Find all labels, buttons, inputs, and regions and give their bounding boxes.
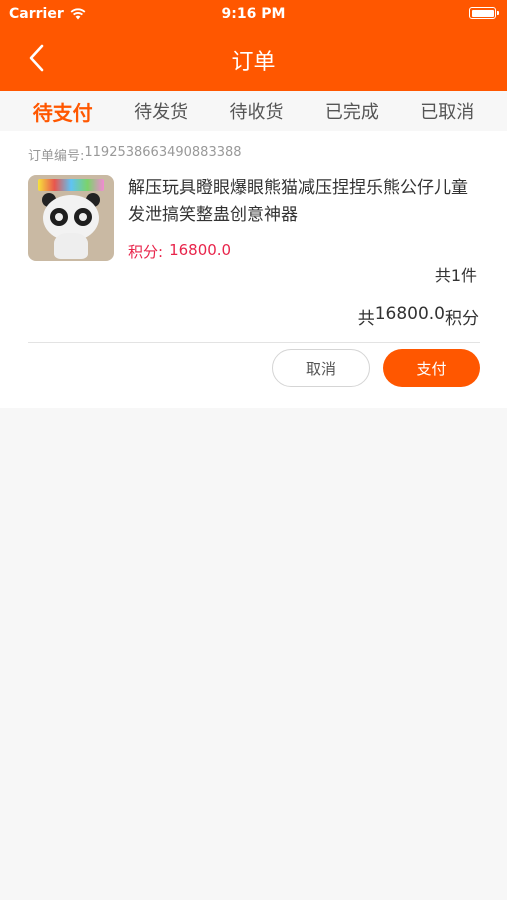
- header-bar: Carrier 9:16 PM 订单: [0, 0, 507, 91]
- page-title: 订单: [231, 50, 276, 75]
- clock-time: 9:16 PM: [221, 6, 286, 22]
- tab-cancelled[interactable]: 已取消: [420, 98, 474, 124]
- tab-completed[interactable]: 已完成: [325, 98, 379, 124]
- pay-button[interactable]: 支付: [383, 349, 480, 387]
- product-points: 积分: 16800.0: [128, 241, 231, 262]
- points-label: 积分:: [128, 243, 164, 261]
- panda-eye-left: [50, 208, 68, 226]
- order-number: 订单编号: 1192538663490883388: [28, 145, 242, 164]
- product-thumbnail[interactable]: [28, 175, 114, 261]
- cancel-order-button[interactable]: 取消: [272, 349, 370, 387]
- panda-eye-right: [74, 208, 92, 226]
- points-value: 16800.0: [169, 241, 232, 259]
- tab-pending-receipt[interactable]: 待收货: [229, 98, 283, 124]
- panda-body: [54, 233, 88, 259]
- total-points: 共 16800.0 积分: [358, 304, 479, 329]
- tab-pending-shipment[interactable]: 待发货: [134, 98, 188, 124]
- total-suffix: 积分: [445, 309, 479, 329]
- product-banner: [38, 179, 104, 191]
- order-number-label: 订单编号:: [28, 149, 85, 164]
- order-number-value: 1192538663490883388: [84, 145, 242, 160]
- quantity-text: 共1件: [434, 266, 477, 285]
- total-prefix: 共: [357, 309, 375, 329]
- order-card: 订单编号: 1192538663490883388 解压玩具瞪眼爆眼熊猫减压捏捏…: [0, 131, 507, 408]
- total-value: 16800.0: [374, 304, 445, 324]
- order-status-tabs: 待支付 待发货 待收货 已完成 已取消: [0, 91, 507, 131]
- product-name[interactable]: 解压玩具瞪眼爆眼熊猫减压捏捏乐熊公仔儿童发泄搞笑整蛊创意神器: [128, 175, 478, 229]
- divider: [28, 342, 480, 343]
- status-bar: Carrier 9:16 PM: [0, 0, 507, 28]
- battery-icon: [469, 7, 499, 19]
- tab-pending-payment[interactable]: 待支付: [33, 97, 93, 126]
